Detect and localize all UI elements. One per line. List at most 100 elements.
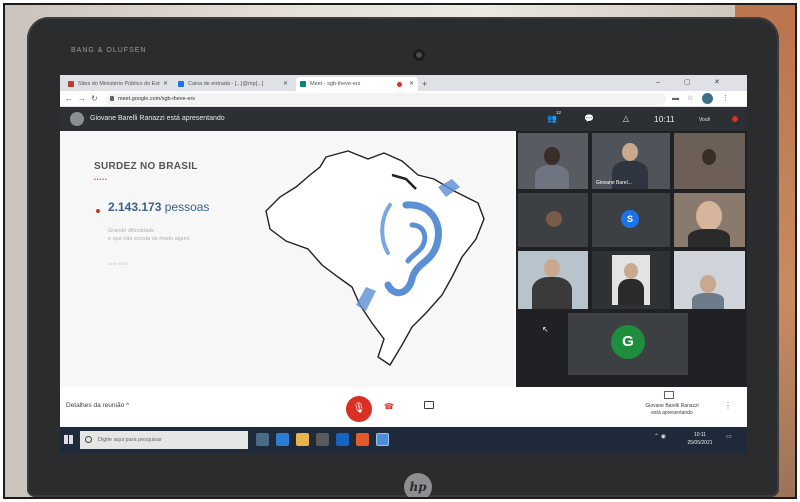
meet-header: Giovane Barelli Ranazzi está apresentand…	[60, 107, 747, 131]
close-icon[interactable]: ✕	[163, 77, 168, 91]
slide-stat: 2.143.173 pessoas	[108, 200, 209, 214]
windows-start-icon[interactable]	[64, 435, 73, 444]
slide-bullet	[96, 209, 100, 213]
mic-off-icon: 🎙	[352, 403, 366, 414]
taskbar-date: 25/05/2021	[687, 440, 713, 446]
recording-indicator-icon	[397, 82, 402, 87]
participant-head	[624, 263, 638, 279]
participant-tile[interactable]	[518, 193, 588, 247]
slide-title: SURDEZ NO BRASIL	[94, 161, 198, 172]
stat-number: 2.143.173	[108, 200, 162, 214]
activities-icon[interactable]: △	[620, 113, 632, 124]
minimize-button[interactable]: –	[656, 77, 660, 89]
tab-meet[interactable]: Meet - sgb-iheve-ers ✕	[296, 77, 418, 91]
participants-panel: Giovane Barel... S ↖ G	[516, 131, 747, 387]
participant-head	[700, 275, 716, 293]
chrome-icon[interactable]	[376, 433, 389, 446]
participant-tile[interactable]	[518, 133, 588, 189]
store-icon[interactable]	[316, 433, 329, 446]
close-window-button[interactable]: ✕	[714, 77, 720, 89]
participant-head	[622, 143, 638, 161]
present-screen-icon[interactable]	[664, 391, 674, 399]
favicon-meet	[300, 81, 306, 87]
participant-tile[interactable]: G	[568, 313, 688, 375]
participant-body	[688, 229, 730, 247]
task-view-icon[interactable]	[256, 433, 269, 446]
back-icon[interactable]: ←	[65, 93, 73, 105]
profile-avatar[interactable]	[702, 93, 713, 104]
participant-avatar	[546, 211, 562, 227]
stat-unit: pessoas	[164, 200, 210, 214]
tab-label: Sites do Ministério Público do Est	[78, 81, 160, 87]
maximize-button[interactable]: ▢	[684, 77, 691, 89]
participant-body	[532, 277, 572, 309]
slide-decoration: •••••	[94, 177, 108, 183]
lock-icon	[110, 96, 114, 101]
photo-frame: BANG & OLUFSEN hp Sites do Ministério Pú…	[3, 3, 797, 499]
participant-head	[696, 201, 722, 231]
extension-icon[interactable]: ▬	[672, 94, 679, 104]
participant-body	[535, 165, 569, 189]
network-icon[interactable]: ⌃ ◉	[654, 433, 666, 440]
participant-body	[618, 279, 644, 305]
participant-tile[interactable]	[518, 251, 588, 309]
webcam	[413, 49, 425, 61]
chevron-up-icon: ^	[126, 402, 130, 409]
end-call-button[interactable]: ☎	[384, 402, 394, 411]
reload-icon[interactable]: ↻	[91, 93, 98, 105]
participant-tile[interactable]: S	[592, 193, 670, 247]
chat-icon[interactable]: 💬	[583, 113, 595, 124]
participant-tile[interactable]	[674, 193, 745, 247]
taskbar-time: 10:11	[693, 432, 707, 438]
presenter-banner: Giovane Barelli Ranazzi está apresentand…	[90, 115, 225, 122]
mic-off-button[interactable]: 🎙	[346, 396, 372, 422]
search-placeholder: Digite aqui para pesquisar	[98, 437, 162, 443]
self-mic-indicator	[732, 116, 738, 122]
you-label: Você	[699, 117, 711, 123]
menu-icon[interactable]: ⋮	[722, 94, 729, 104]
shared-slide: SURDEZ NO BRASIL ••••• 2.143.173 pessoas…	[60, 131, 514, 387]
participant-tile[interactable]	[674, 251, 745, 309]
details-label: Detalhes da reunião	[66, 402, 125, 409]
bookmark-star-icon[interactable]: ☆	[687, 94, 693, 104]
address-bar[interactable]: meet.google.com/sgb-iheve-ers	[106, 93, 666, 105]
phone-hangup-icon: ☎	[384, 402, 394, 411]
participant-initial: G	[611, 325, 645, 359]
app-icon[interactable]	[356, 433, 369, 446]
file-explorer-icon[interactable]	[296, 433, 309, 446]
search-icon	[85, 436, 92, 443]
participant-count: 12	[556, 110, 562, 115]
participant-body	[692, 293, 724, 309]
slide-subtitle: Grande dificuldade e que não escuta de m…	[108, 227, 228, 243]
browser-tabstrip: Sites do Ministério Público do Est ✕ Cai…	[60, 75, 747, 91]
mail-icon[interactable]	[336, 433, 349, 446]
notification-icon[interactable]: ▭	[726, 433, 732, 440]
more-options-icon[interactable]: ⋮	[724, 401, 732, 410]
meet-controls: Detalhes da reunião ^ 🎙 ☎ Giovane Barell…	[60, 387, 747, 427]
edge-icon[interactable]	[276, 433, 289, 446]
presenting-name: Giovane Barelli Ranazzi	[645, 403, 699, 409]
presenter-avatar	[70, 112, 84, 126]
tab-label: Caixa de entrada - [...]@mp[...]	[188, 81, 264, 87]
new-tab-button[interactable]: +	[422, 77, 427, 91]
close-icon[interactable]: ✕	[283, 77, 288, 91]
tab-inbox[interactable]: Caixa de entrada - [...]@mp[...] ✕	[174, 77, 292, 91]
participant-tile[interactable]	[674, 133, 745, 189]
slide-footnote: fonte IBGE	[108, 261, 128, 266]
meeting-clock: 10:11	[654, 114, 675, 124]
participant-head	[544, 259, 560, 277]
participant-tile[interactable]: Giovane Barel...	[592, 133, 670, 189]
taskbar-search[interactable]: Digite aqui para pesquisar	[80, 431, 248, 449]
participant-tile[interactable]	[592, 251, 670, 309]
hp-logo: hp	[404, 473, 432, 497]
presenting-status: está apresentando	[651, 410, 693, 416]
brazil-map	[265, 150, 485, 366]
taskbar-clock[interactable]: 10:11 25/05/2021	[680, 431, 720, 447]
close-icon[interactable]: ✕	[409, 77, 414, 91]
meeting-details-button[interactable]: Detalhes da reunião ^	[66, 402, 129, 409]
camera-button[interactable]	[424, 401, 434, 409]
favicon-mail	[178, 81, 184, 87]
tab-ministerio[interactable]: Sites do Ministério Público do Est ✕	[64, 77, 172, 91]
forward-icon[interactable]: →	[78, 93, 86, 105]
favicon-red	[68, 81, 74, 87]
